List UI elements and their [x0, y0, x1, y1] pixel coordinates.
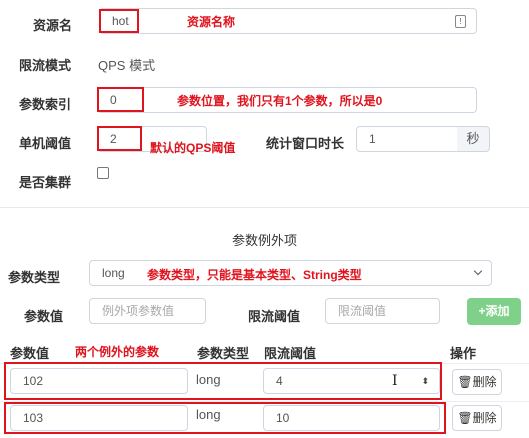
param-index-highlight [97, 87, 144, 112]
limit-mode-value: QPS 模式 [98, 58, 156, 73]
param-type-label: 参数类型 [8, 270, 61, 285]
param-value-label: 参数值 [24, 309, 64, 324]
col-header-threshold: 限流阈值 [264, 346, 317, 361]
window-input[interactable]: 1 [356, 126, 458, 152]
add-button[interactable]: +添加 [467, 298, 521, 325]
param-value-input[interactable]: 例外项参数值 [89, 298, 206, 324]
cluster-label: 是否集群 [19, 175, 72, 190]
window-unit: 秒 [457, 126, 490, 152]
resource-name-annotation: 资源名称 [187, 15, 236, 29]
threshold-label: 单机阈值 [19, 136, 72, 151]
trash-icon: 🗑 [457, 411, 473, 425]
param-value-placeholder: 例外项参数值 [102, 304, 175, 318]
table-row-1-value-input[interactable]: 102 [10, 368, 188, 394]
table-row-1-value: 102 [23, 374, 44, 388]
exceptions-title: 参数例外项 [231, 233, 297, 248]
table-row-1-threshold-input[interactable]: 4 I ⬍ [263, 368, 440, 394]
param-index-label: 参数索引 [19, 97, 72, 112]
window-value: 1 [369, 132, 376, 146]
limit-threshold-label: 限流阈值 [248, 309, 301, 324]
section-divider [0, 207, 529, 208]
param-type-value: long [102, 266, 125, 280]
col-header-value: 参数值 [10, 346, 50, 361]
table-row-2-value: 103 [23, 411, 44, 425]
param-index-annotation: 参数位置，我们只有1个参数，所以是0 [177, 94, 383, 108]
window-label: 统计窗口时长 [266, 136, 345, 151]
param-type-annotation: 参数类型，只能是基本类型、String类型 [147, 268, 362, 282]
table-row-1-threshold: 4 [276, 374, 283, 388]
resource-name-input[interactable]: hot ! [99, 8, 477, 34]
limit-threshold-placeholder: 限流阈值 [338, 304, 387, 318]
table-row-2-type: long [196, 407, 221, 422]
chevron-down-icon [473, 266, 483, 276]
plus-icon: + [478, 304, 486, 318]
col-header-type: 参数类型 [197, 346, 250, 361]
table-row-2-threshold: 10 [276, 411, 290, 425]
resource-name-highlight [99, 9, 139, 33]
limit-mode-label: 限流模式 [19, 58, 72, 73]
threshold-annotation: 默认的QPS阈值 [150, 141, 236, 155]
table-row-2-threshold-input[interactable]: 10 [263, 405, 440, 431]
col-header-action: 操作 [450, 346, 477, 361]
table-row-1-type: long [196, 372, 221, 387]
trash-icon: 🗑 [457, 375, 473, 389]
delete-button-label: 删除 [472, 375, 497, 389]
threshold-highlight [97, 126, 142, 151]
table-row-2-value-input[interactable]: 103 [10, 405, 188, 431]
add-button-label: 添加 [485, 304, 510, 318]
cluster-checkbox[interactable] [97, 167, 109, 179]
input-helper-icon: ! [455, 15, 466, 28]
stepper-icon: ⬍ [421, 376, 429, 386]
limit-threshold-input[interactable]: 限流阈值 [325, 298, 440, 324]
delete-button-row-1[interactable]: 🗑删除 [452, 369, 502, 395]
delete-button-row-2[interactable]: 🗑删除 [452, 405, 502, 431]
resource-name-label: 资源名 [33, 18, 73, 33]
table-annotation: 两个例外的参数 [75, 345, 160, 359]
text-cursor-icon: I [392, 373, 398, 389]
delete-button-label: 删除 [472, 411, 497, 425]
